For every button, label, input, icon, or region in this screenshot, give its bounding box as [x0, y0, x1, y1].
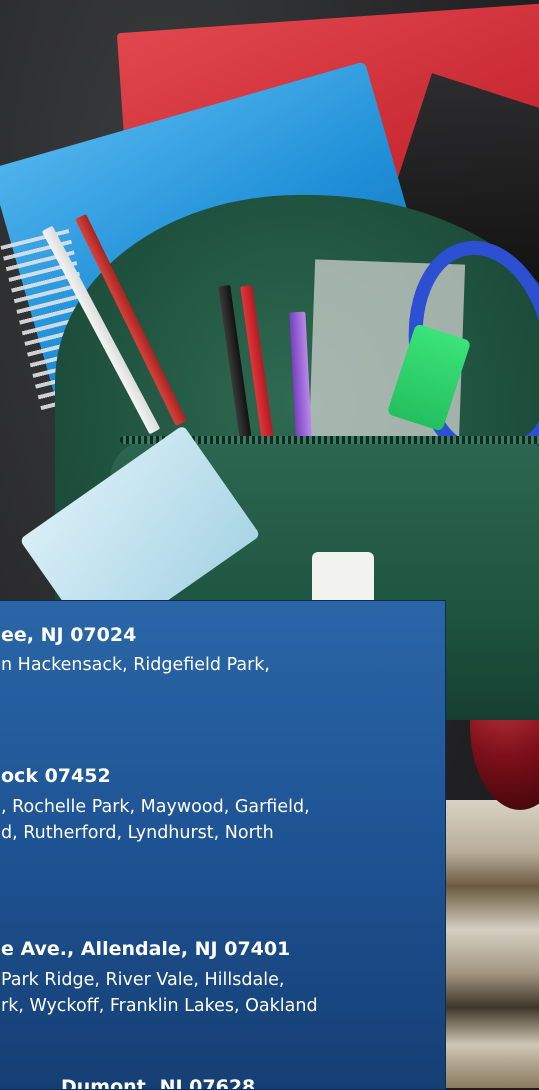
location-title: ock 07452	[1, 765, 111, 787]
location-towns-line: n Hackensack, Ridgefield Park,	[1, 655, 270, 675]
locations-panel: ee, NJ 07024 n Hackensack, Ridgefield Pa…	[0, 600, 446, 1090]
location-entry: e Ave., Allendale, NJ 07401 Park Ridge, …	[0, 937, 445, 1019]
location-towns-line: Park Ridge, River Vale, Hillsdale,	[1, 970, 285, 990]
location-entry: ee, NJ 07024 n Hackensack, Ridgefield Pa…	[0, 623, 445, 678]
location-towns-line: d, Rutherford, Lyndhurst, North	[1, 823, 274, 843]
location-title: e Ave., Allendale, NJ 07401	[1, 938, 291, 960]
location-towns-line: rk, Wyckoff, Franklin Lakes, Oakland	[1, 996, 318, 1016]
location-entry: ock 07452 , Rochelle Park, Maywood, Garf…	[0, 764, 445, 846]
location-towns-line: , Rochelle Park, Maywood, Garfield,	[1, 797, 310, 817]
glue-stick-image	[312, 552, 374, 602]
book-stack	[440, 800, 539, 1088]
location-title: ee, NJ 07024	[1, 624, 137, 646]
